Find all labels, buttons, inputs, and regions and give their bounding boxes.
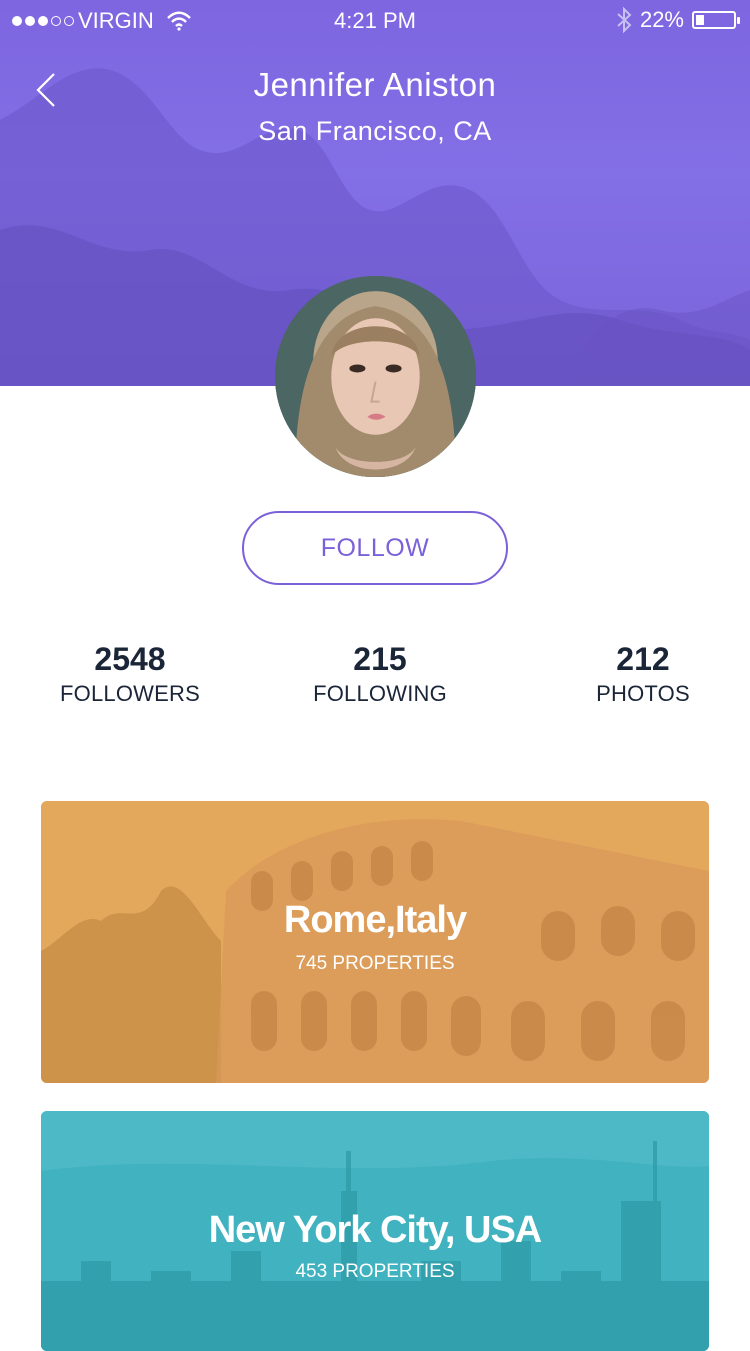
stat-value: 2548 [94,641,166,677]
status-right-group: 22% [616,7,740,33]
stat-following[interactable]: 215 FOLLOWING [290,640,470,708]
profile-name: Jennifer Aniston [253,66,497,103]
stat-label: PHOTOS [596,681,690,706]
profile-location: San Francisco, CA [258,116,492,146]
stat-value: 215 [353,641,407,677]
stat-label: FOLLOWERS [60,681,200,706]
rome-background-image [41,801,709,1083]
destination-card-rome[interactable]: Rome,Italy 745 PROPERTIES [41,801,709,1083]
avatar-image [275,276,476,477]
card-title: Rome,Italy [283,899,467,941]
avatar[interactable] [275,276,476,477]
battery-percent: 22% [639,7,684,32]
battery-fill [696,15,704,25]
stat-label: FOLLOWING [313,681,447,706]
stat-value: 212 [616,641,670,677]
card-title: New York City, USA [208,1209,543,1251]
follow-button[interactable]: FOLLOW [242,511,508,585]
bluetooth-icon [617,7,632,33]
card-subtitle: 745 PROPERTIES [295,953,455,974]
status-bar: VIRGIN 4:21 PM 22% [0,0,750,40]
card-subtitle: 453 PROPERTIES [295,1261,455,1282]
battery-icon [692,11,740,29]
destination-card-new-york[interactable]: New York City, USA 453 PROPERTIES [41,1111,709,1351]
stat-photos[interactable]: 212 PHOTOS [558,640,728,708]
stat-followers[interactable]: 2548 FOLLOWERS [40,640,220,708]
